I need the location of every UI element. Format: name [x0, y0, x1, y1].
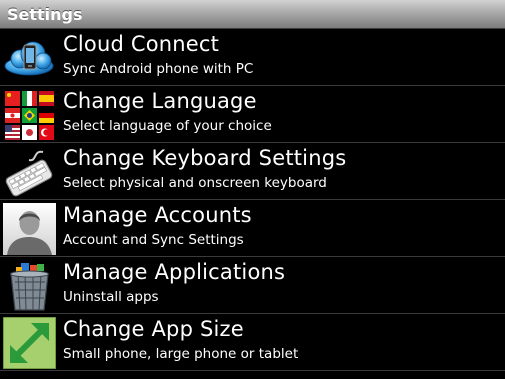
- title-bar: Settings: [0, 0, 505, 29]
- settings-item-subtitle: Select physical and onscreen keyboard: [63, 175, 327, 191]
- settings-item-subtitle: Uninstall apps: [63, 289, 159, 305]
- settings-item-title: Change App Size: [63, 317, 244, 341]
- settings-list: Cloud Connect Sync Android phone with PC: [0, 29, 505, 371]
- resize-arrow-icon: [2, 316, 57, 370]
- settings-item-manage-accounts[interactable]: Manage Accounts Account and Sync Setting…: [0, 200, 505, 257]
- settings-item-subtitle: Sync Android phone with PC: [63, 61, 254, 77]
- user-avatar-icon: [3, 203, 56, 255]
- settings-item-cloud-connect[interactable]: Cloud Connect Sync Android phone with PC: [0, 29, 505, 86]
- settings-item-subtitle: Select language of your choice: [63, 118, 272, 134]
- settings-item-change-app-size[interactable]: Change App Size Small phone, large phone…: [0, 314, 505, 371]
- settings-item-change-keyboard[interactable]: Change Keyboard Settings Select physical…: [0, 143, 505, 200]
- settings-item-title: Cloud Connect: [63, 32, 220, 56]
- keyboard-icon: [3, 146, 56, 198]
- settings-item-title: Manage Applications: [63, 260, 286, 284]
- settings-item-title: Change Keyboard Settings: [63, 146, 347, 170]
- cloud-phone-icon: [3, 32, 56, 84]
- page-title: Settings: [7, 5, 83, 24]
- settings-item-title: Change Language: [63, 89, 257, 113]
- settings-item-title: Manage Accounts: [63, 203, 252, 227]
- flags-icon: [3, 89, 56, 141]
- settings-item-change-language[interactable]: Change Language Select language of your …: [0, 86, 505, 143]
- settings-item-subtitle: Account and Sync Settings: [63, 232, 244, 248]
- settings-item-manage-applications[interactable]: Manage Applications Uninstall apps: [0, 257, 505, 314]
- settings-item-subtitle: Small phone, large phone or tablet: [63, 346, 299, 362]
- trash-bin-icon: [3, 260, 56, 312]
